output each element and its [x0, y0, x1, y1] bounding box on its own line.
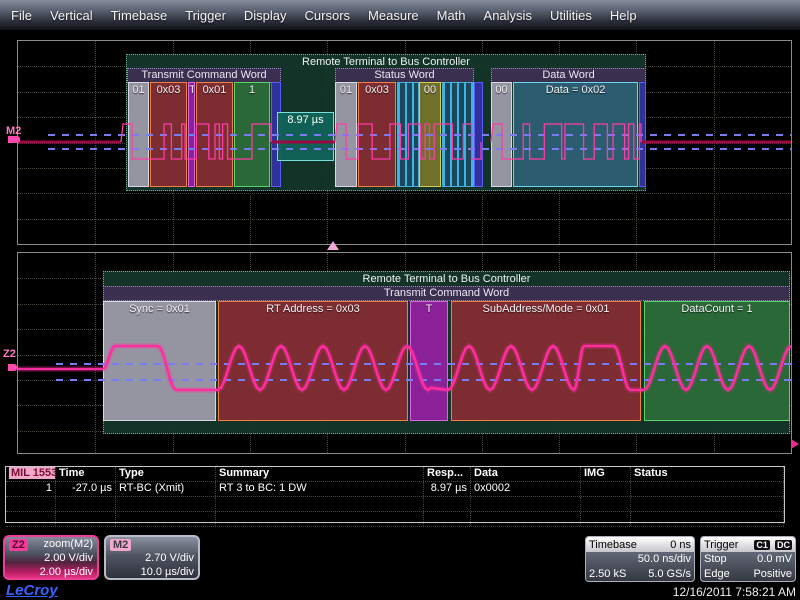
oscilloscope-screen: File Vertical Timebase Trigger Display C… [0, 0, 800, 600]
timebase-samples: 2.50 kS [589, 567, 626, 582]
cell-img [581, 482, 631, 496]
trigger-box[interactable]: Trigger C1 DC Stop 0.0 mV Edge Positive [700, 536, 796, 582]
timebase-box[interactable]: Timebase 0 ns 50.0 ns/div 2.50 kS 5.0 GS… [585, 536, 695, 582]
timebase-title: Timebase [589, 539, 637, 551]
cell-status [631, 482, 784, 496]
trigger-type: Edge [704, 567, 730, 582]
trigger-slope: Positive [753, 567, 792, 582]
trigger-position-marker[interactable] [327, 241, 339, 250]
z2-chip: Z2 [9, 539, 28, 551]
z2-trace-pointer [8, 364, 17, 371]
z2-trace-label[interactable]: Z2 [3, 348, 16, 360]
m2-tdiv: 10.0 µs/div [141, 566, 194, 580]
col-resp[interactable]: Resp... [424, 467, 471, 481]
timebase-offset: 0 ns [670, 539, 691, 551]
m2-chip: M2 [110, 539, 131, 551]
datetime-display: 12/16/2011 7:58:21 AM [673, 585, 796, 599]
col-status[interactable]: Status [631, 467, 784, 481]
z2-tdiv: 2.00 µs/div [40, 566, 93, 580]
trigger-source-badge: C1 [754, 540, 770, 550]
menu-cursors[interactable]: Cursors [305, 8, 351, 23]
cell-time: -27.0 µs [56, 482, 116, 496]
bus-protocol-badge[interactable]: MIL 1553 [9, 467, 56, 479]
menu-file[interactable]: File [11, 8, 32, 23]
cell-data: 0x0002 [471, 482, 581, 496]
trigger-coupling-badge: DC [775, 540, 792, 550]
col-img[interactable]: IMG [581, 467, 631, 481]
menu-trigger[interactable]: Trigger [185, 8, 226, 23]
menu-bar: File Vertical Timebase Trigger Display C… [0, 0, 800, 30]
trigger-level: 0.0 mV [757, 552, 792, 567]
table-row-empty[interactable] [6, 497, 784, 512]
m2-descriptor-box[interactable]: M2 2.70 V/div 10.0 µs/div [104, 535, 200, 580]
z2-descriptor-box[interactable]: Z2 zoom(M2) 2.00 V/div 2.00 µs/div [3, 535, 99, 580]
z2-source: zoom(M2) [43, 538, 93, 552]
cell-resp: 8.97 µs [424, 482, 471, 496]
menu-math[interactable]: Math [437, 8, 466, 23]
menu-vertical[interactable]: Vertical [50, 8, 93, 23]
timebase-rate: 5.0 GS/s [648, 567, 691, 582]
m2-trace-pointer [8, 136, 20, 143]
menu-measure[interactable]: Measure [368, 8, 419, 23]
z2-waveform [18, 253, 791, 453]
menu-analysis[interactable]: Analysis [484, 8, 532, 23]
col-data[interactable]: Data [471, 467, 581, 481]
m2-waveform [18, 41, 791, 244]
col-type[interactable]: Type [116, 467, 216, 481]
table-row-empty[interactable] [6, 512, 784, 527]
m2-vdiv: 2.70 V/div [145, 552, 194, 566]
cell-type: RT-BC (Xmit) [116, 482, 216, 496]
trigger-offscreen-arrow [791, 439, 799, 449]
cell-summary: RT 3 to BC: 1 DW [216, 482, 424, 496]
menu-display[interactable]: Display [244, 8, 287, 23]
lecroy-logo: LeCroy [6, 582, 58, 599]
main-waveform-grid[interactable]: Remote Terminal to Bus Controller Transm… [17, 40, 792, 245]
zoom-waveform-grid[interactable]: Remote Terminal to Bus Controller Transm… [17, 252, 792, 454]
col-time[interactable]: Time [56, 467, 116, 481]
cell-index: 1 [6, 482, 56, 496]
menu-utilities[interactable]: Utilities [550, 8, 592, 23]
table-row[interactable]: 1 -27.0 µs RT-BC (Xmit) RT 3 to BC: 1 DW… [6, 482, 784, 497]
timebase-scale: 50.0 ns/div [638, 552, 691, 567]
menu-timebase[interactable]: Timebase [111, 8, 168, 23]
decode-table: MIL 1553 Time Type Summary Resp... Data … [5, 466, 785, 523]
trigger-title: Trigger [704, 539, 738, 551]
decode-table-header: MIL 1553 Time Type Summary Resp... Data … [6, 467, 784, 482]
trigger-mode: Stop [704, 552, 727, 567]
menu-help[interactable]: Help [610, 8, 637, 23]
z2-vdiv: 2.00 V/div [44, 552, 93, 566]
col-summary[interactable]: Summary [216, 467, 424, 481]
